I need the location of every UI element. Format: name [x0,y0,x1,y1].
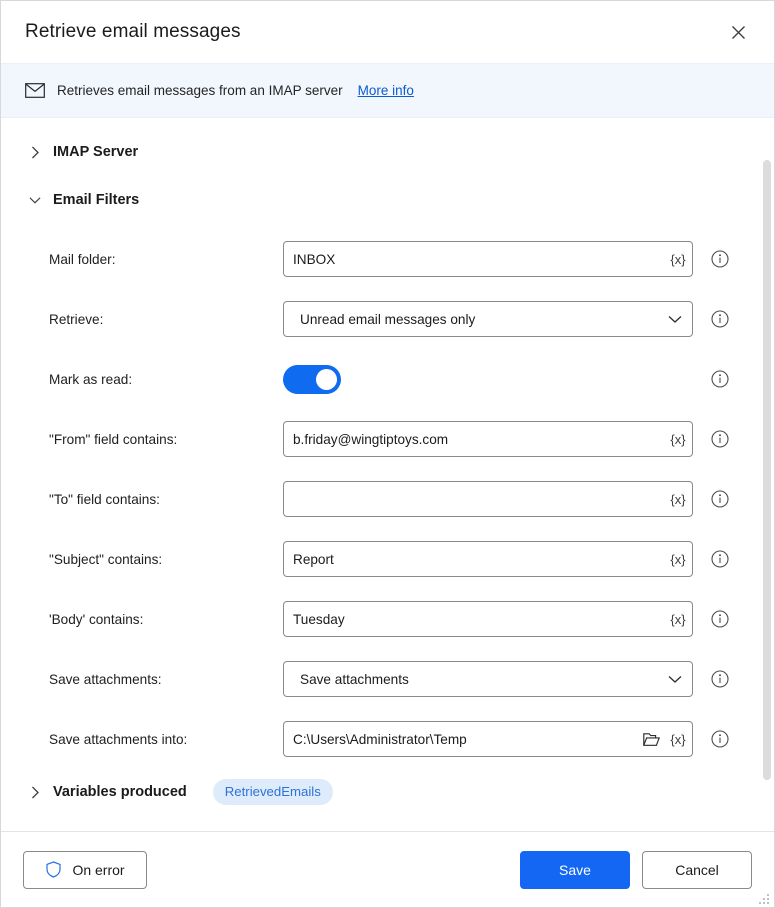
on-error-label: On error [72,862,124,878]
dialog-footer: On error Save Cancel [1,831,774,907]
email-filters-fields: Mail folder: INBOX {x} Retrieve: Unread [1,229,774,769]
toggle-knob [316,369,337,390]
variable-button[interactable]: {x} [664,722,692,756]
label-mark-as-read: Mark as read: [49,372,283,387]
variable-button[interactable]: {x} [664,542,692,576]
chevron-right-icon [29,146,41,158]
close-icon [731,25,746,40]
section-label-imap-server: IMAP Server [53,144,138,160]
vertical-scrollbar[interactable] [760,118,774,831]
mail-folder-input[interactable]: INBOX {x} [283,241,693,277]
shield-icon [45,861,62,878]
variable-button[interactable]: {x} [664,242,692,276]
info-icon[interactable] [711,310,729,328]
mail-folder-value: INBOX [284,252,664,267]
body-contains-input[interactable]: Tuesday {x} [283,601,693,637]
field-row-mail-folder: Mail folder: INBOX {x} [1,229,774,289]
chevron-down-icon[interactable] [658,662,692,696]
field-row-from-contains: "From" field contains: b.friday@wingtipt… [1,409,774,469]
retrieve-selected-value: Unread email messages only [284,312,658,327]
resize-grip[interactable] [758,892,770,904]
variable-button[interactable]: {x} [664,422,692,456]
info-icon[interactable] [711,250,729,268]
cancel-button[interactable]: Cancel [642,851,752,889]
label-from-contains: "From" field contains: [49,432,283,447]
chevron-right-icon [29,786,41,798]
section-label-email-filters: Email Filters [53,192,139,208]
field-row-to-contains: "To" field contains: {x} [1,469,774,529]
save-attachments-into-value: C:\Users\Administrator\Temp [284,732,638,747]
section-imap-server[interactable]: IMAP Server [1,137,774,167]
subject-contains-input[interactable]: Report {x} [283,541,693,577]
field-row-save-attachments-into: Save attachments into: C:\Users\Administ… [1,709,774,769]
close-button[interactable] [716,11,760,53]
info-icon[interactable] [711,610,729,628]
on-error-button[interactable]: On error [23,851,147,889]
label-retrieve: Retrieve: [49,312,283,327]
section-label-variables-produced: Variables produced [53,784,187,800]
save-button[interactable]: Save [520,851,630,889]
info-icon[interactable] [711,370,729,388]
banner-description: Retrieves email messages from an IMAP se… [57,83,343,98]
envelope-icon [25,83,45,99]
cancel-label: Cancel [675,862,719,878]
dialog-body: IMAP Server Email Filters Mail folder: I… [1,118,774,831]
field-row-mark-as-read: Mark as read: [1,349,774,409]
label-save-attachments: Save attachments: [49,672,283,687]
save-attachments-selected-value: Save attachments [284,672,658,687]
retrieve-select[interactable]: Unread email messages only [283,301,693,337]
from-contains-input[interactable]: b.friday@wingtiptoys.com {x} [283,421,693,457]
chevron-down-icon[interactable] [658,302,692,336]
body-contains-value: Tuesday [284,612,664,627]
page-title: Retrieve email messages [25,21,716,43]
dialog-titlebar: Retrieve email messages [1,1,774,63]
info-icon[interactable] [711,430,729,448]
info-icon[interactable] [711,550,729,568]
section-email-filters[interactable]: Email Filters [1,185,774,215]
save-attachments-into-input[interactable]: C:\Users\Administrator\Temp {x} [283,721,693,757]
more-info-link[interactable]: More info [358,83,414,98]
label-to-contains: "To" field contains: [49,492,283,507]
info-icon[interactable] [711,490,729,508]
save-label: Save [559,862,591,878]
field-row-retrieve: Retrieve: Unread email messages only [1,289,774,349]
to-contains-input[interactable]: {x} [283,481,693,517]
chevron-down-icon [29,194,41,206]
field-row-subject-contains: "Subject" contains: Report {x} [1,529,774,589]
variable-button[interactable]: {x} [664,482,692,516]
variable-button[interactable]: {x} [664,602,692,636]
label-body-contains: 'Body' contains: [49,612,283,627]
save-attachments-select[interactable]: Save attachments [283,661,693,697]
info-banner: Retrieves email messages from an IMAP se… [1,63,774,118]
field-row-body-contains: 'Body' contains: Tuesday {x} [1,589,774,649]
subject-contains-value: Report [284,552,664,567]
retrieve-email-dialog: Retrieve email messages Retrieves email … [0,0,775,908]
variable-pill-retrievedemails[interactable]: RetrievedEmails [213,779,333,805]
label-subject-contains: "Subject" contains: [49,552,283,567]
info-icon[interactable] [711,730,729,748]
from-contains-value: b.friday@wingtiptoys.com [284,432,664,447]
folder-open-icon[interactable] [638,722,664,756]
field-row-save-attachments: Save attachments: Save attachments [1,649,774,709]
label-mail-folder: Mail folder: [49,252,283,267]
scrollbar-thumb[interactable] [763,160,771,780]
info-icon[interactable] [711,670,729,688]
label-save-attachments-into: Save attachments into: [49,732,283,747]
mark-as-read-toggle[interactable] [283,365,341,394]
section-variables-produced[interactable]: Variables produced RetrievedEmails [1,777,774,807]
